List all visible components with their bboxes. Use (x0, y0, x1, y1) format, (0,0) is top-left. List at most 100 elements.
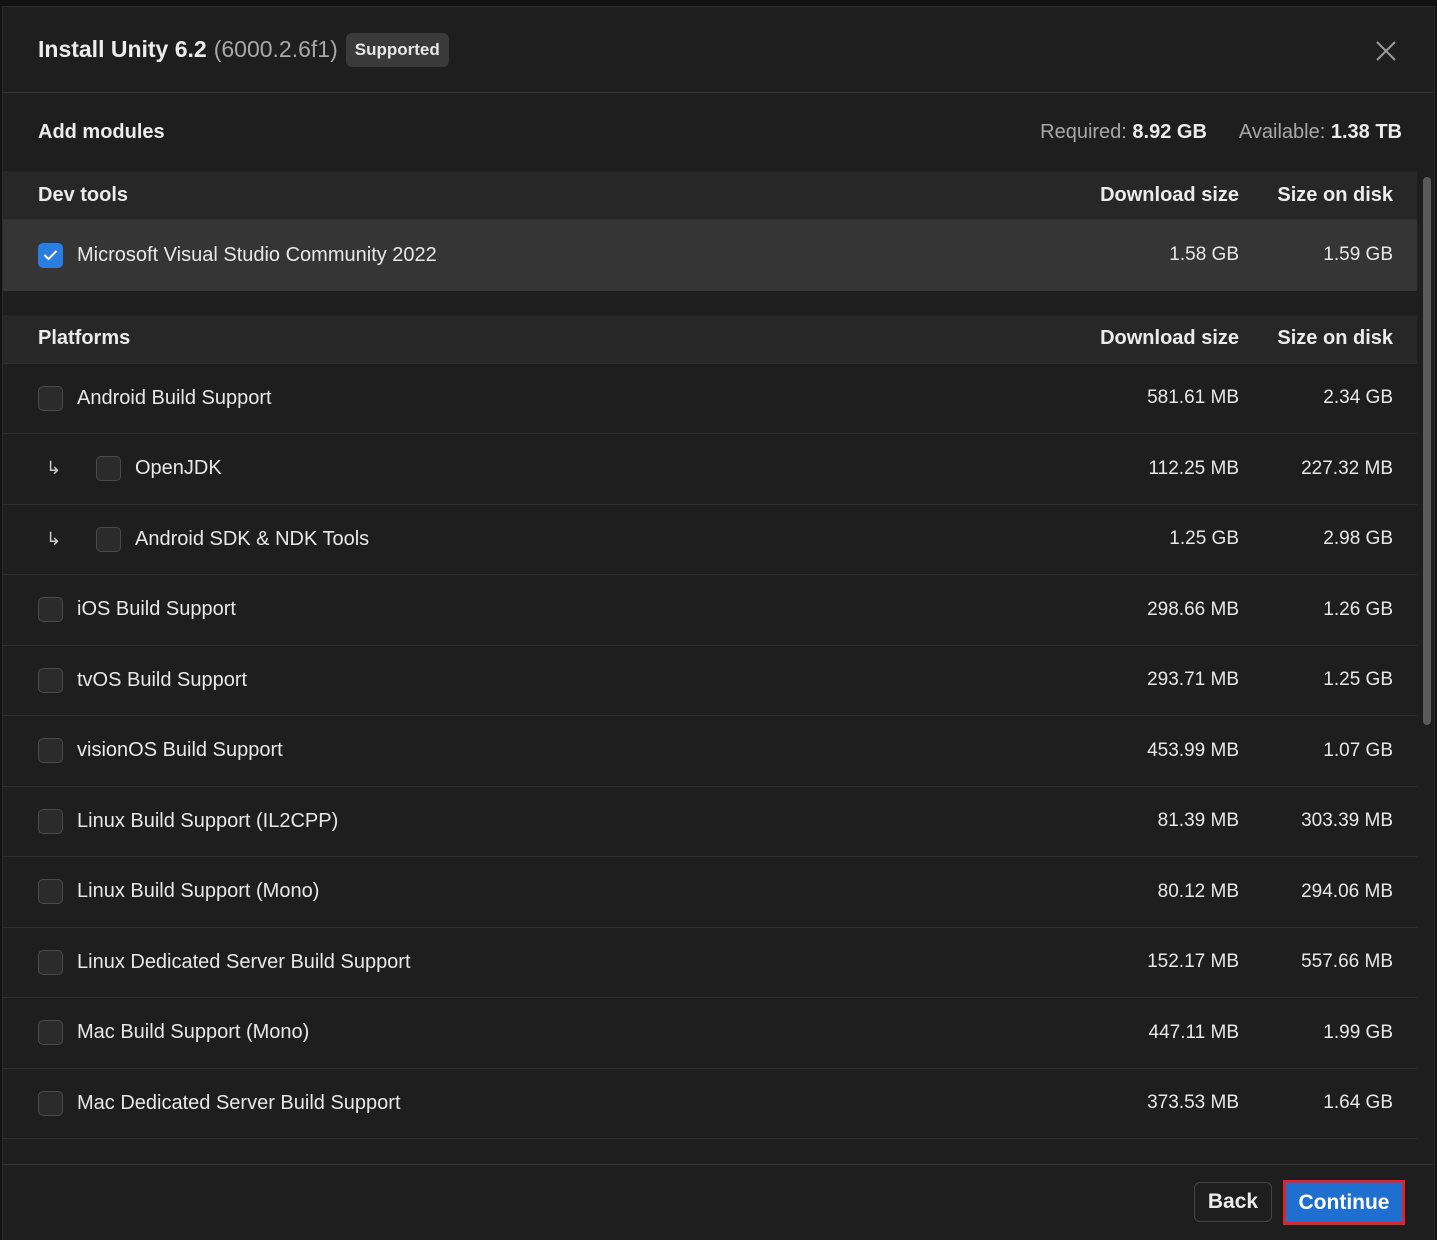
dev-tools-title: Dev tools (38, 183, 129, 206)
close-button[interactable] (1368, 33, 1404, 69)
module-row[interactable]: visionOS Build Support 453.99 MB 1.07 GB (3, 716, 1417, 787)
module-checkbox[interactable] (38, 879, 63, 905)
modules-list[interactable]: Dev tools Download size Size on disk Mic… (3, 171, 1417, 1164)
module-row[interactable]: tvOS Build Support 293.71 MB 1.25 GB (3, 646, 1417, 716)
download-size: 298.66 MB (1147, 598, 1239, 620)
close-icon (1376, 41, 1396, 61)
module-row[interactable]: ↳ OpenJDK 112.25 MB 227.32 MB (3, 434, 1417, 505)
download-size-header: Download size (1100, 327, 1239, 349)
available-value: 1.38 TB (1330, 120, 1402, 143)
module-checkbox[interactable] (96, 526, 121, 552)
dialog-footer: Back Continue (3, 1164, 1434, 1240)
scrollbar[interactable] (1421, 177, 1433, 1164)
download-size: 293.71 MB (1147, 669, 1239, 691)
module-checkbox[interactable] (38, 385, 63, 411)
child-arrow-icon: ↳ (46, 458, 62, 479)
download-size: 152.17 MB (1147, 951, 1239, 973)
module-label: OpenJDK (135, 457, 222, 480)
size-on-disk: 1.64 GB (1323, 1092, 1393, 1114)
install-dialog: Install Unity 6.2 (6000.2.6f1) Supported… (2, 6, 1435, 1240)
continue-button[interactable]: Continue (1283, 1180, 1405, 1225)
platforms-header: Platforms Download size Size on disk (3, 314, 1417, 364)
size-on-disk: 294.06 MB (1301, 880, 1393, 902)
version-label: (6000.2.6f1) (213, 36, 338, 62)
size-on-disk: 557.66 MB (1301, 951, 1393, 973)
module-checkbox[interactable] (38, 1020, 63, 1046)
download-size: 112.25 MB (1148, 457, 1239, 479)
download-size: 373.53 MB (1147, 1092, 1239, 1114)
dev-tools-header: Dev tools Download size Size on disk (3, 171, 1417, 220)
size-on-disk-header: Size on disk (1277, 183, 1393, 206)
module-checkbox[interactable] (38, 667, 63, 693)
module-label: tvOS Build Support (77, 668, 248, 691)
size-on-disk: 227.32 MB (1301, 457, 1393, 479)
module-row[interactable]: Linux Build Support (Mono) 80.12 MB 294.06… (3, 857, 1417, 928)
size-on-disk: 2.98 GB (1323, 528, 1393, 550)
size-on-disk: 1.99 GB (1323, 1021, 1393, 1043)
add-modules-title: Add modules (38, 120, 165, 143)
module-name-cell: ↳ OpenJDK (38, 456, 1049, 482)
module-name-cell: Linux Dedicated Server Build Support (38, 949, 1049, 975)
download-size: 581.61 MB (1147, 387, 1239, 409)
module-row[interactable]: Mac Build Support (Mono) 447.11 MB 1.99 GB (3, 998, 1417, 1069)
module-checkbox[interactable] (38, 1090, 63, 1116)
required-value: 8.92 GB (1132, 120, 1207, 143)
module-name-cell: Linux Build Support (Mono) (38, 879, 1049, 905)
download-size: 81.39 MB (1157, 810, 1239, 832)
module-label: Linux Build Support (Mono) (77, 880, 320, 903)
module-checkbox[interactable] (38, 597, 63, 623)
back-button[interactable]: Back (1194, 1182, 1272, 1222)
dialog-title: Install Unity 6.2 (38, 36, 207, 62)
module-name-cell: Mac Dedicated Server Build Support (38, 1090, 1049, 1116)
download-size-header: Download size (1100, 183, 1239, 206)
module-checkbox[interactable] (96, 456, 121, 482)
module-name-cell: ↳ Android SDK & NDK Tools (38, 526, 1049, 552)
space-summary: Required: 8.92 GB Available: 1.38 TB (1040, 121, 1402, 144)
module-name-cell: iOS Build Support (38, 597, 1049, 623)
module-row[interactable]: Linux Build Support (IL2CPP) 81.39 MB 303.… (3, 787, 1417, 857)
child-arrow-icon: ↳ (46, 528, 62, 549)
module-name-cell: Android Build Support (38, 385, 1049, 411)
module-row[interactable]: Android Build Support 581.61 MB 2.34 GB (3, 364, 1417, 434)
platforms-title: Platforms (38, 327, 131, 349)
module-label: Android SDK & NDK Tools (135, 527, 370, 550)
scrollbar-thumb[interactable] (1423, 177, 1431, 725)
download-size: 1.25 GB (1169, 528, 1239, 550)
module-row[interactable]: iOS Build Support 298.66 MB 1.26 GB (3, 575, 1417, 646)
size-on-disk-header: Size on disk (1277, 327, 1393, 349)
module-name-cell: visionOS Build Support (38, 738, 1049, 764)
module-name-cell: Microsoft Visual Studio Community 2022 (38, 242, 1049, 268)
module-name-cell: Linux Build Support (IL2CPP) (38, 808, 1049, 834)
modules-subheader: Add modules Required: 8.92 GB Available:… (3, 94, 1434, 170)
size-on-disk: 2.34 GB (1323, 387, 1393, 409)
size-on-disk: 1.25 GB (1323, 669, 1393, 691)
module-name-cell: Mac Build Support (Mono) (38, 1020, 1049, 1046)
dialog-header: Install Unity 6.2 (6000.2.6f1) Supported (3, 7, 1434, 93)
module-checkbox[interactable] (38, 949, 63, 975)
module-label: Linux Build Support (IL2CPP) (77, 809, 339, 832)
module-checkbox[interactable] (38, 242, 63, 268)
download-size: 80.12 MB (1157, 880, 1239, 902)
status-badge: Supported (345, 32, 449, 67)
module-checkbox[interactable] (38, 738, 63, 764)
module-row[interactable]: Mac Dedicated Server Build Support 373.53… (3, 1069, 1417, 1139)
module-label: Mac Dedicated Server Build Support (77, 1091, 401, 1114)
module-label: Microsoft Visual Studio Community 2022 (77, 243, 437, 266)
available-label: Available: (1238, 120, 1326, 143)
download-size: 453.99 MB (1147, 739, 1239, 761)
size-on-disk: 1.59 GB (1323, 244, 1393, 266)
module-row[interactable]: Microsoft Visual Studio Community 2022 1.… (3, 220, 1417, 291)
module-label: Linux Dedicated Server Build Support (77, 950, 411, 973)
download-size: 447.11 MB (1148, 1021, 1239, 1043)
module-label: Android Build Support (77, 386, 272, 409)
module-label: iOS Build Support (77, 598, 236, 621)
module-row[interactable]: Linux Dedicated Server Build Support 152.… (3, 928, 1417, 998)
size-on-disk: 1.26 GB (1323, 598, 1393, 620)
module-label: Mac Build Support (Mono) (77, 1021, 310, 1044)
required-label: Required: (1040, 120, 1127, 143)
module-row[interactable]: ↳ Android SDK & NDK Tools 1.25 GB 2.98 GB (3, 505, 1417, 575)
module-label: visionOS Build Support (77, 739, 283, 762)
size-on-disk: 1.07 GB (1323, 739, 1393, 761)
module-name-cell: tvOS Build Support (38, 667, 1049, 693)
module-checkbox[interactable] (38, 808, 63, 834)
